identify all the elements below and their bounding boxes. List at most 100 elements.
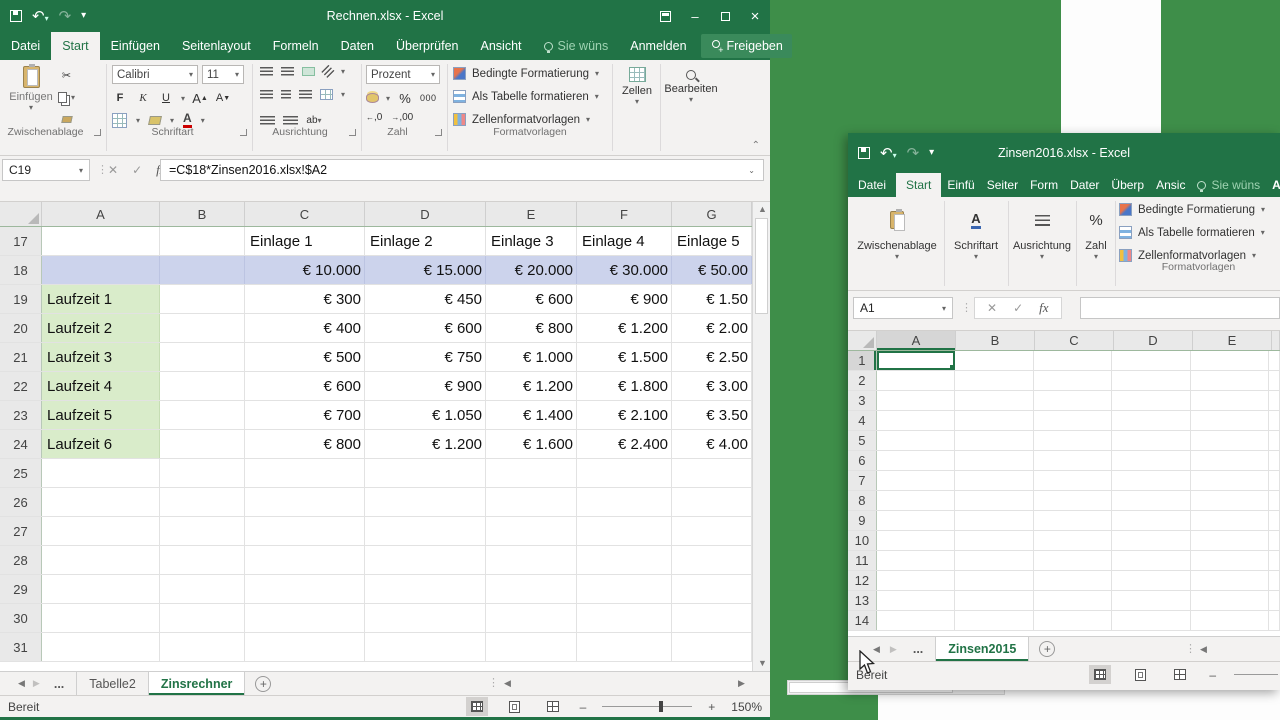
cell[interactable]	[1034, 551, 1113, 570]
cell[interactable]: € 600	[245, 372, 365, 400]
cell[interactable]	[1112, 491, 1191, 510]
cell[interactable]	[42, 604, 160, 632]
sheet-tab-zinsen2015[interactable]: Zinsen2015	[935, 637, 1030, 661]
column-header[interactable]: A	[42, 202, 160, 226]
namebox-divider[interactable]: ⋮	[97, 163, 108, 176]
column-header[interactable]: G	[672, 202, 752, 226]
row-header[interactable]: 24	[0, 430, 42, 458]
column-header[interactable]: D	[365, 202, 486, 226]
zoom-in-icon[interactable]: +	[708, 700, 715, 714]
conditional-formatting-button[interactable]: Bedingte Formatierung ▾	[453, 67, 599, 80]
cell[interactable]	[955, 391, 1034, 410]
cell[interactable]	[1191, 391, 1270, 410]
tab-formeln[interactable]: Formeln	[262, 32, 330, 60]
cell[interactable]	[1269, 371, 1280, 390]
cell[interactable]: € 800	[486, 314, 577, 342]
cell[interactable]	[245, 517, 365, 545]
cells-button[interactable]: Zellen ▾	[616, 67, 658, 106]
cell[interactable]	[160, 546, 245, 574]
cell[interactable]	[42, 256, 160, 284]
cell[interactable]: € 1.200	[486, 372, 577, 400]
cell[interactable]	[365, 604, 486, 632]
row-header[interactable]: 13	[848, 591, 877, 610]
tab-einfuegen[interactable]: Einfügen	[100, 32, 171, 60]
copy-icon[interactable]: ▾	[58, 88, 75, 106]
cell[interactable]	[955, 431, 1034, 450]
row-header[interactable]: 26	[0, 488, 42, 516]
formula-input[interactable]	[1080, 297, 1280, 319]
formula-input[interactable]: =C$18*Zinsen2016.xlsx!$A2 ⌄	[160, 159, 764, 181]
cell[interactable]	[160, 401, 245, 429]
sign-in-button[interactable]: Anmelden	[619, 32, 697, 60]
cell[interactable]	[1191, 471, 1270, 490]
save-icon[interactable]	[858, 147, 870, 159]
cell[interactable]	[877, 371, 956, 390]
cell[interactable]	[42, 633, 160, 661]
cell[interactable]	[160, 314, 245, 342]
cell[interactable]	[1191, 411, 1270, 430]
zoom-level[interactable]: 150%	[731, 700, 762, 714]
decrease-font-icon[interactable]: A ▼	[215, 89, 231, 107]
normal-view-icon[interactable]	[465, 697, 488, 716]
cell[interactable]	[577, 459, 672, 487]
cell[interactable]	[877, 431, 956, 450]
cell[interactable]	[877, 531, 956, 550]
cell[interactable]	[1269, 531, 1280, 550]
cell[interactable]: Einlage 2	[365, 227, 486, 255]
cell[interactable]	[877, 391, 956, 410]
hscroll-left-icon[interactable]: ◀	[504, 679, 511, 688]
cell[interactable]	[955, 511, 1034, 530]
restore-icon[interactable]	[710, 0, 740, 32]
column-header[interactable]: E	[1193, 331, 1272, 350]
align-right-icon[interactable]	[299, 90, 312, 99]
cell[interactable]	[486, 459, 577, 487]
hscroll-right-icon[interactable]: ▶	[738, 679, 745, 688]
cell[interactable]	[486, 517, 577, 545]
tab-seitenlayout[interactable]: Seiter	[981, 173, 1024, 197]
cell[interactable]	[1112, 451, 1191, 470]
number-format-select[interactable]: Prozent ▾	[366, 65, 440, 84]
cell[interactable]	[1112, 591, 1191, 610]
cell[interactable]	[160, 459, 245, 487]
page-layout-view-icon[interactable]	[504, 697, 526, 716]
cell[interactable]	[42, 459, 160, 487]
row-header[interactable]: 5	[848, 431, 877, 450]
customize-qat-icon[interactable]: ▾	[929, 148, 934, 158]
comma-style-button[interactable]: 000	[420, 89, 437, 107]
cell[interactable]	[672, 604, 752, 632]
tab-datei[interactable]: Datei	[848, 173, 896, 197]
row-header[interactable]: 1	[848, 351, 877, 370]
row-header[interactable]: 22	[0, 372, 42, 400]
tab-ueberpruefen[interactable]: Überp	[1105, 173, 1150, 197]
row-header[interactable]: 11	[848, 551, 877, 570]
clipboard-group-button[interactable]: Zwischenablage ▾	[852, 203, 942, 272]
sheet-ellipsis[interactable]: ...	[54, 677, 64, 691]
cell[interactable]	[577, 546, 672, 574]
cell[interactable]: € 2.400	[577, 430, 672, 458]
collapse-ribbon-icon[interactable]: ⌃	[752, 140, 760, 151]
cell[interactable]: € 4.00	[672, 430, 752, 458]
cell[interactable]	[1191, 551, 1270, 570]
conditional-formatting-button[interactable]: Bedingte Formatierung ▾	[1119, 203, 1265, 216]
row-header[interactable]: 10	[848, 531, 877, 550]
cell[interactable]	[1191, 351, 1269, 370]
cell[interactable]: € 1.600	[486, 430, 577, 458]
sheet-prev-icon[interactable]: ◀	[873, 644, 880, 654]
number-dialog-launcher-icon[interactable]	[435, 129, 442, 136]
namebox-divider[interactable]: ⋮	[961, 301, 972, 314]
cell[interactable]	[486, 546, 577, 574]
cell[interactable]	[1112, 531, 1191, 550]
zoom-out-icon[interactable]: –	[1209, 668, 1216, 682]
cell[interactable]	[955, 611, 1034, 630]
cell[interactable]	[1269, 351, 1280, 370]
cell[interactable]: Einlage 5	[672, 227, 752, 255]
cell[interactable]	[160, 256, 245, 284]
column-header[interactable]: A	[877, 331, 956, 350]
tab-formeln[interactable]: Form	[1024, 173, 1064, 197]
cell[interactable]	[877, 491, 956, 510]
align-bottom-icon[interactable]	[302, 67, 315, 76]
tab-ansicht[interactable]: Ansic	[1150, 173, 1191, 197]
name-box[interactable]: A1 ▾	[853, 297, 953, 319]
row-header[interactable]: 12	[848, 571, 877, 590]
column-header[interactable]: F	[577, 202, 672, 226]
